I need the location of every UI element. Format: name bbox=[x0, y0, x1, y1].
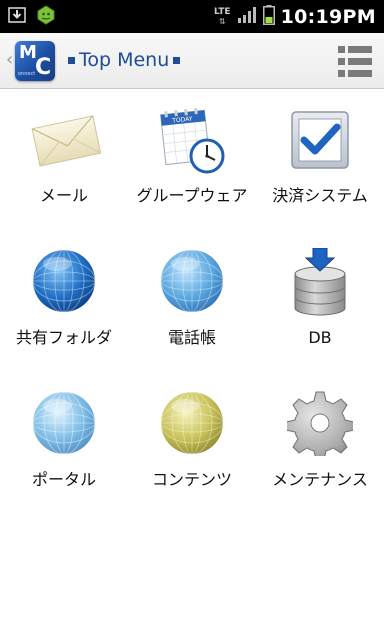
menu-item-label: 決済システム bbox=[272, 186, 368, 205]
lte-indicator: LTE ⇅ bbox=[214, 6, 231, 26]
menu-item-label: ポータル bbox=[31, 470, 96, 489]
title-square-icon bbox=[68, 56, 75, 64]
menu-item-label: メール bbox=[39, 186, 88, 205]
title-square-icon bbox=[173, 56, 181, 64]
mail-icon bbox=[31, 106, 102, 172]
download-icon bbox=[8, 6, 26, 28]
logo-c: C bbox=[35, 55, 52, 80]
menu-item-portal[interactable]: ポータル bbox=[0, 384, 128, 524]
menu-item-phonebook[interactable]: 電話帳 bbox=[128, 242, 256, 382]
menu-item-maintenance[interactable]: メンテナンス bbox=[256, 384, 384, 524]
globe-icon bbox=[31, 248, 97, 314]
menu-item-shared-folder[interactable]: 共有フォルダ bbox=[0, 242, 128, 382]
menu-item-db[interactable]: DB bbox=[256, 242, 384, 382]
gear-icon bbox=[285, 390, 355, 461]
menu-item-label: グループウェア bbox=[136, 186, 248, 205]
clock: 10:19PM bbox=[280, 5, 376, 28]
app-logo[interactable]: M C onnect bbox=[15, 41, 55, 81]
checkbox-icon bbox=[287, 106, 353, 172]
signal-icon bbox=[237, 6, 257, 28]
logo-sub: onnect bbox=[18, 71, 36, 77]
menu-item-groupware[interactable]: TODAY グループウェア bbox=[128, 100, 256, 240]
back-caret-icon[interactable]: ‹ bbox=[6, 49, 13, 70]
globe-icon bbox=[159, 248, 225, 314]
calendar-clock-icon: TODAY bbox=[159, 106, 225, 174]
globe-icon bbox=[159, 390, 225, 456]
status-bar: LTE ⇅ 10:19PM bbox=[0, 0, 384, 33]
database-icon bbox=[287, 247, 353, 316]
menu-item-payment-system[interactable]: 決済システム bbox=[256, 100, 384, 240]
menu-item-contents[interactable]: コンテンツ bbox=[128, 384, 256, 524]
globe-icon bbox=[31, 390, 97, 456]
menu-item-mail[interactable]: メール bbox=[0, 100, 128, 240]
menu-item-label: コンテンツ bbox=[151, 470, 232, 489]
menu-item-label: 電話帳 bbox=[167, 328, 216, 347]
menu-item-label: 共有フォルダ bbox=[15, 328, 112, 347]
menu-item-label: メンテナンス bbox=[272, 470, 368, 489]
android-icon bbox=[36, 5, 56, 29]
battery-icon bbox=[262, 4, 275, 29]
page-title-text: Top Menu bbox=[79, 49, 170, 71]
action-bar: ‹ M C onnect Top Menu bbox=[0, 33, 384, 89]
menu-item-label: DB bbox=[308, 328, 332, 347]
page-title: Top Menu bbox=[68, 47, 181, 73]
overflow-menu-icon[interactable] bbox=[338, 44, 372, 78]
